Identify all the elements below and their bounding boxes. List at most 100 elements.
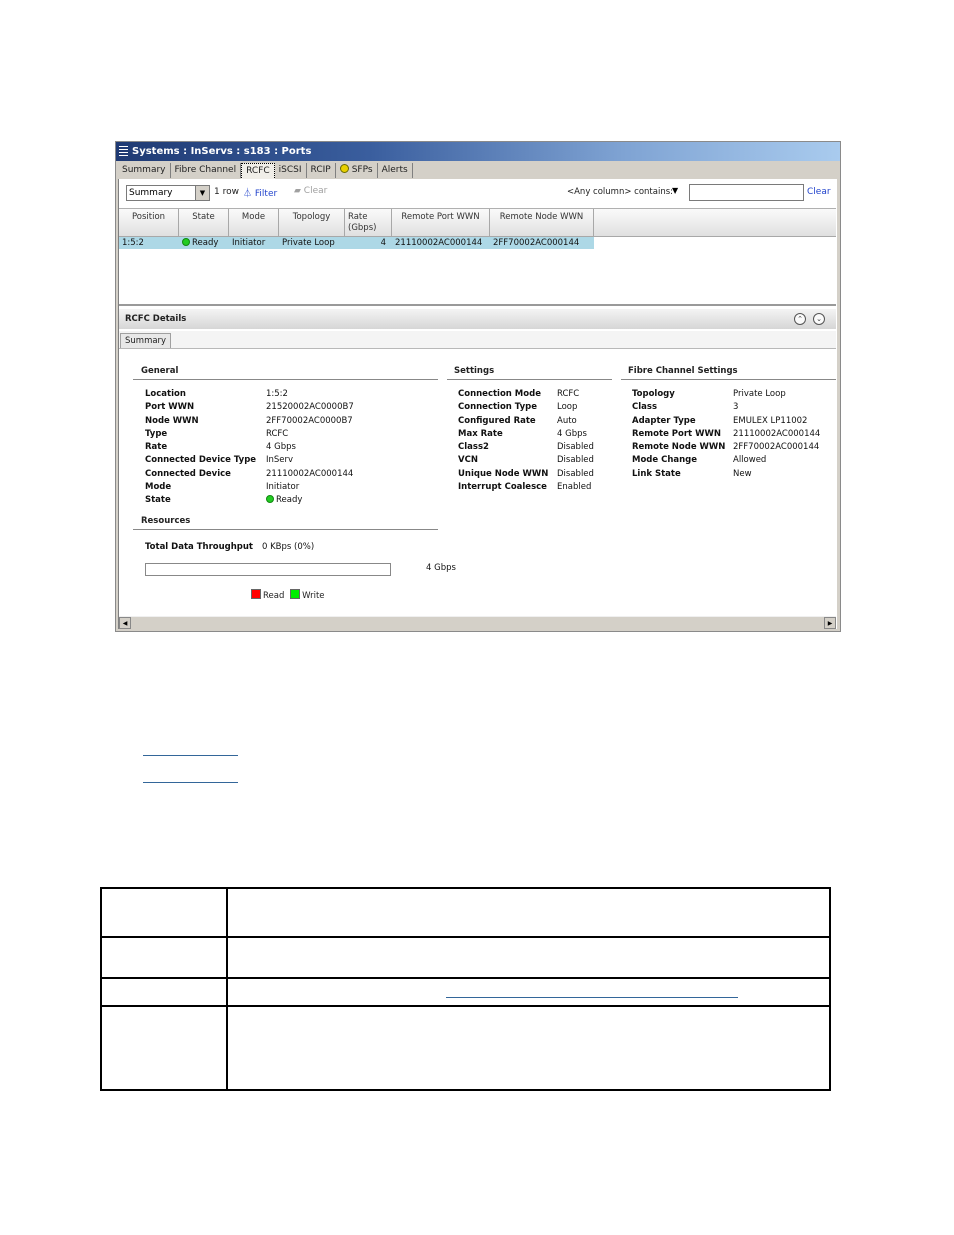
field-value: Initiator [266,482,300,493]
state-text: Ready [192,238,219,248]
tab-iscsi[interactable]: iSCSI [274,163,307,178]
column-header-position[interactable]: Position [119,209,179,236]
ready-status-icon [182,238,190,246]
tab-label: RCFC [246,166,270,176]
field-label: State [145,495,171,506]
field-label: Adapter Type [632,415,696,426]
table-row [100,936,831,979]
settings-item: Connection Type Loop [458,401,594,414]
general-list: Location 1:5:2 Port WWN 21520002AC0000B7 N… [145,388,354,508]
field-label: Class [632,402,658,413]
scroll-right-icon[interactable]: ▶ [824,617,836,629]
chevron-down-icon[interactable]: ▼ [195,186,209,200]
general-item: Rate 4 Gbps [145,441,354,454]
settings-item: Unique Node WWN Disabled [458,468,594,481]
table-cell [100,977,228,1007]
tab-rcip[interactable]: RCIP [306,163,336,178]
field-label: Mode [145,482,172,493]
filter-button[interactable]: ⏃ Filter [243,186,277,199]
cell-remote-port-wwn: 21110002AC000144 [395,238,483,248]
field-value: Disabled [557,455,594,466]
tab-rcfc[interactable]: RCFC [241,163,275,180]
tab-label: RCIP [310,165,331,175]
table-link[interactable] [446,997,738,998]
fc-item: Link State New [632,468,820,481]
table-cell [226,1005,831,1091]
column-filter-label: <Any column> contains: [567,187,674,197]
legend-read: Read [263,591,285,601]
tab-alerts[interactable]: Alerts [377,163,413,178]
field-label: Rate [145,442,168,453]
cell-remote-node-wwn: 2FF70002AC000144 [493,238,580,248]
search-clear-link[interactable]: Clear [807,187,831,197]
scroll-left-icon[interactable]: ◀ [119,617,131,629]
fc-item: Topology Private Loop [632,388,820,401]
view-select-value: Summary [129,188,173,198]
field-value: 2FF70002AC000144 [733,442,820,453]
field-value: 2FF70002AC0000B7 [266,415,353,426]
resources-divider [133,529,438,530]
table-cell [226,887,831,938]
settings-item: Connection Mode RCFC [458,388,594,401]
horizontal-scrollbar[interactable]: ◀ ▶ [119,616,836,630]
tab-sfps[interactable]: SFPs [335,163,378,178]
fc-settings-divider [621,379,836,380]
document-link[interactable] [143,782,238,783]
view-select[interactable]: Summary ▼ [126,185,210,201]
settings-item: Class2 Disabled [458,441,594,454]
field-value: InServ [266,455,294,466]
ports-window: Systems : InServs : s183 : Ports Summary… [115,141,841,632]
throughput-bar [145,563,391,576]
tab-fibre-channel[interactable]: Fibre Channel [170,163,242,178]
column-filter-dropdown-icon[interactable]: ▼ [672,186,678,195]
field-value: 4 Gbps [557,428,587,439]
tab-summary[interactable]: Summary [118,163,171,178]
field-value: 3 [733,402,739,413]
table-row [100,1005,831,1091]
window-title: Systems : InServs : s183 : Ports [132,146,312,157]
table-cell [100,1005,228,1091]
throughput-label: Total Data Throughput [145,542,253,552]
field-value: 21110002AC000144 [266,468,354,479]
settings-list: Connection Mode RCFC Connection Type Loop … [458,388,594,494]
collapse-up-icon[interactable]: ⌃ [794,313,806,325]
expand-down-icon[interactable]: ⌄ [813,313,825,325]
field-label: Interrupt Coalesce [458,482,547,493]
clear-filter-button[interactable]: ▰ Clear [294,186,327,196]
field-label: Connection Type [458,402,537,413]
table-cell [100,936,228,979]
table-row[interactable]: 1:5:2 Ready Initiator Private Loop 4 211… [119,237,594,249]
search-input[interactable] [689,184,804,201]
column-header-mode[interactable]: Mode [229,209,279,236]
field-label: Max Rate [458,428,503,439]
details-tab-summary[interactable]: Summary [120,333,172,348]
port-tabs: Summary Fibre Channel RCFC iSCSI RCIP SF… [118,163,413,180]
settings-divider [447,379,612,380]
field-value: 21110002AC000144 [733,428,821,439]
column-header-state[interactable]: State [179,209,229,236]
general-item: State Ready [145,494,354,507]
settings-section-title: Settings [454,366,495,376]
column-header-rate[interactable]: Rate (Gbps) [345,209,392,236]
ready-status-icon [266,495,274,504]
field-label: Configured Rate [458,415,536,426]
sfp-status-icon [339,164,349,173]
field-label: Type [145,428,168,439]
field-label: Class2 [458,442,489,453]
read-swatch [251,589,261,599]
clear-label: Clear [303,186,328,196]
tab-label: Fibre Channel [174,165,237,175]
column-header-remote-node-wwn[interactable]: Remote Node WWN [490,209,594,236]
column-header-remote-port-wwn[interactable]: Remote Port WWN [392,209,490,236]
general-item: Connected Device 21110002AC000144 [145,468,354,481]
column-header-topology[interactable]: Topology [279,209,345,236]
field-value: Disabled [557,468,594,479]
grid-header: Position State Mode Topology Rate (Gbps)… [119,209,836,237]
field-value: Enabled [557,482,592,493]
field-label: Connected Device Type [145,455,257,466]
field-label: Node WWN [145,415,199,426]
throughput-row: Total Data Throughput 0 KBps (0%) [145,541,314,554]
filter-icon: ⏃ [243,189,253,199]
document-link[interactable] [143,755,238,756]
ports-grid: Position State Mode Topology Rate (Gbps)… [119,208,836,306]
